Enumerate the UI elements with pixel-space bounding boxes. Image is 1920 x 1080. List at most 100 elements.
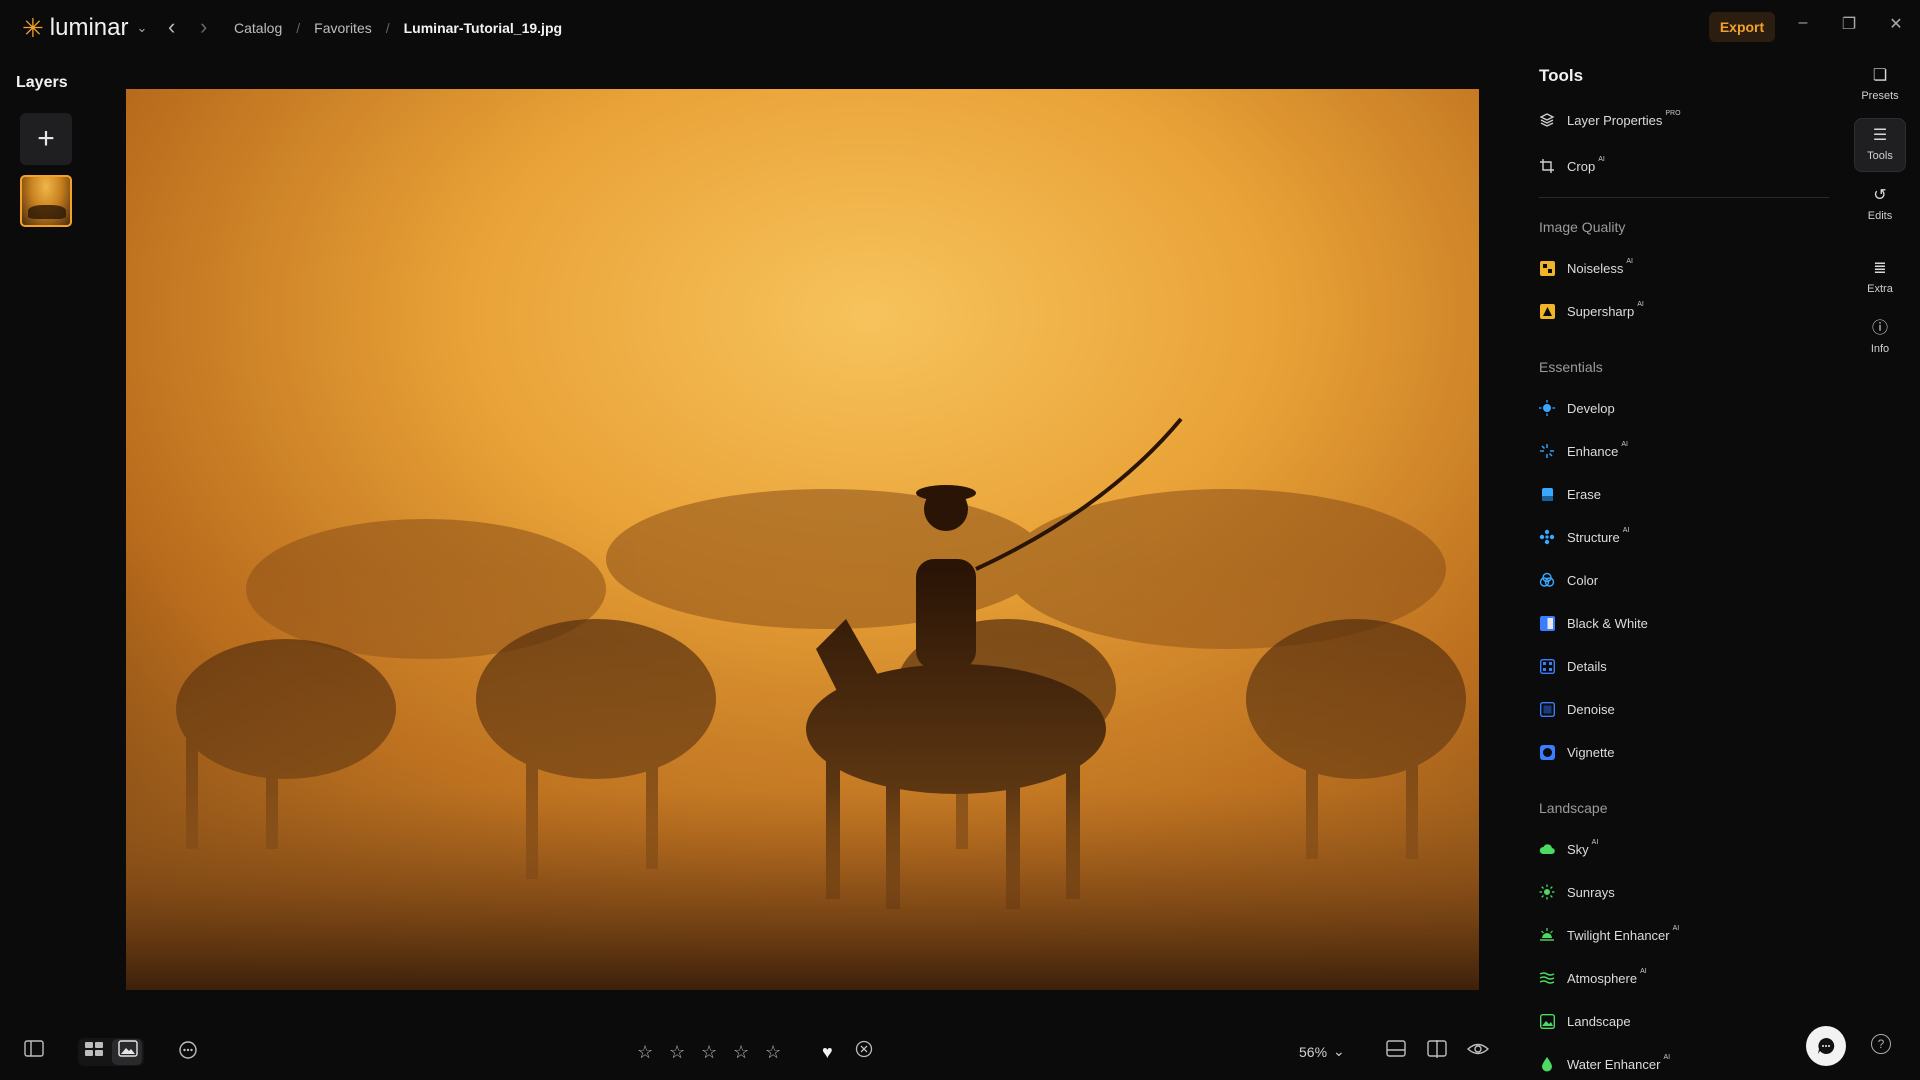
tool-twilight-enhancer[interactable]: Twilight Enhancer AI: [1539, 925, 1679, 945]
rail-extra[interactable]: ≣ Extra: [1854, 253, 1906, 303]
tool-crop[interactable]: Crop AI: [1539, 156, 1605, 176]
layer-thumbnail[interactable]: [20, 175, 72, 227]
rail-info[interactable]: ⓘ Info: [1854, 313, 1906, 363]
filmstrip-icon[interactable]: [1386, 1040, 1406, 1064]
erase-icon: [1539, 486, 1555, 502]
tool-label: Supersharp: [1567, 303, 1635, 319]
app-logo[interactable]: ✳ luminar ⌄: [22, 14, 147, 42]
denoise-icon: [1539, 701, 1555, 717]
twilight-icon: [1539, 927, 1555, 943]
color-icon: [1539, 572, 1555, 588]
breadcrumb-separator: /: [385, 20, 390, 36]
breadcrumb-favorites[interactable]: Favorites: [314, 20, 372, 36]
tool-enhance[interactable]: Enhance AI: [1539, 441, 1628, 461]
rating-star-1-icon[interactable]: ☆: [637, 1040, 653, 1064]
photo-canvas[interactable]: [126, 89, 1479, 990]
back-arrow-icon[interactable]: ‹: [168, 16, 175, 38]
develop-icon: [1539, 400, 1555, 416]
details-icon: [1539, 658, 1555, 674]
tool-noiseless[interactable]: Noiseless AI: [1539, 258, 1633, 278]
favorite-heart-icon[interactable]: ♥: [822, 1040, 833, 1064]
tool-label: Landscape: [1567, 1013, 1631, 1029]
minimize-icon[interactable]: –: [1788, 14, 1818, 32]
tool-label: Layer Properties: [1567, 112, 1663, 128]
chevron-down-icon: ⌄: [136, 20, 148, 35]
water-icon: [1539, 1056, 1555, 1072]
rating-star-3-icon[interactable]: ☆: [701, 1040, 717, 1064]
rail-edits[interactable]: ↺ Edits: [1854, 180, 1906, 230]
compare-icon[interactable]: [1427, 1040, 1447, 1064]
tool-vignette[interactable]: Vignette: [1539, 742, 1614, 762]
tool-color[interactable]: Color: [1539, 570, 1598, 590]
rating-star-2-icon[interactable]: ☆: [669, 1040, 685, 1064]
breadcrumb-catalog[interactable]: Catalog: [234, 20, 282, 36]
grid-view-icon[interactable]: [84, 1040, 104, 1064]
layers-title: Layers: [16, 74, 68, 91]
tool-water-enhancer[interactable]: Water Enhancer AI: [1539, 1054, 1670, 1074]
tools-divider: [1539, 197, 1829, 198]
toggle-sidebar-icon[interactable]: [24, 1040, 44, 1064]
tool-sky[interactable]: Sky AI: [1539, 839, 1598, 859]
tool-label: Enhance: [1567, 443, 1619, 459]
tool-structure[interactable]: Structure AI: [1539, 527, 1629, 547]
tool-label: Sunrays: [1567, 884, 1615, 900]
tool-landscape[interactable]: Landscape: [1539, 1011, 1631, 1031]
ai-badge: AI: [1591, 839, 1599, 847]
tool-label: Black & White: [1567, 615, 1648, 631]
tools-icon: ☰: [1872, 127, 1888, 144]
export-button[interactable]: Export: [1709, 12, 1775, 42]
tool-erase[interactable]: Erase: [1539, 484, 1601, 504]
preview-eye-icon[interactable]: [1466, 1040, 1490, 1064]
more-options-icon[interactable]: [178, 1040, 198, 1066]
tool-label: Twilight Enhancer: [1567, 927, 1670, 943]
tool-layer-properties[interactable]: Layer Properties PRO: [1539, 110, 1681, 130]
rail-presets[interactable]: ❏ Presets: [1854, 60, 1906, 110]
rating-star-5-icon[interactable]: ☆: [765, 1040, 781, 1064]
forward-arrow-icon[interactable]: ›: [200, 16, 207, 38]
ai-badge: AI: [1640, 968, 1647, 976]
tool-denoise[interactable]: Denoise: [1539, 699, 1615, 719]
tool-label: Sky: [1567, 841, 1589, 857]
landscape-icon: [1539, 1013, 1555, 1029]
layers-icon: [1539, 112, 1555, 128]
tool-black-white[interactable]: Black & White: [1539, 613, 1648, 633]
rail-label: Edits: [1867, 210, 1893, 222]
rail-label: Tools: [1867, 150, 1893, 162]
ai-badge: AI: [1637, 301, 1644, 309]
section-image-quality: Image Quality: [1539, 219, 1626, 235]
breadcrumb: Catalog / Favorites / Luminar-Tutorial_1…: [234, 20, 562, 36]
tool-label: Atmosphere: [1567, 970, 1638, 986]
tools-title: Tools: [1539, 66, 1584, 85]
reject-icon[interactable]: [855, 1040, 873, 1064]
black-white-icon: [1539, 615, 1555, 631]
help-icon[interactable]: ?: [1871, 1034, 1891, 1054]
tool-supersharp[interactable]: Supersharp AI: [1539, 301, 1644, 321]
atmosphere-icon: [1539, 970, 1555, 986]
ai-badge: AI: [1672, 925, 1680, 933]
add-layer-button[interactable]: +: [20, 113, 72, 165]
chevron-down-icon: ⌄: [1333, 1043, 1345, 1059]
rail-tools[interactable]: ☰ Tools: [1854, 118, 1906, 172]
tool-develop[interactable]: Develop: [1539, 398, 1615, 418]
rail-label: Presets: [1861, 90, 1899, 102]
pro-badge: PRO: [1665, 110, 1681, 118]
zoom-value: 56%: [1299, 1043, 1328, 1060]
breadcrumb-separator: /: [296, 20, 301, 36]
tool-details[interactable]: Details: [1539, 656, 1607, 676]
tool-atmosphere[interactable]: Atmosphere AI: [1539, 968, 1647, 988]
noiseless-icon: [1539, 260, 1555, 276]
close-icon[interactable]: ✕: [1881, 14, 1911, 34]
rating-star-4-icon[interactable]: ☆: [733, 1040, 749, 1064]
chat-assistant-button[interactable]: [1806, 1026, 1846, 1066]
ai-badge: AI: [1626, 258, 1633, 266]
tool-label: Develop: [1567, 400, 1615, 416]
single-image-view-icon[interactable]: [118, 1040, 138, 1064]
rail-label: Info: [1870, 343, 1890, 355]
tool-sunrays[interactable]: Sunrays: [1539, 882, 1615, 902]
tool-label: Structure: [1567, 529, 1620, 545]
info-icon: ⓘ: [1871, 320, 1888, 337]
vignette-icon: [1539, 744, 1555, 760]
restore-icon[interactable]: ❐: [1834, 14, 1864, 34]
zoom-selector[interactable]: 56% ⌄: [1299, 1043, 1345, 1060]
tool-label: Color: [1567, 572, 1599, 588]
